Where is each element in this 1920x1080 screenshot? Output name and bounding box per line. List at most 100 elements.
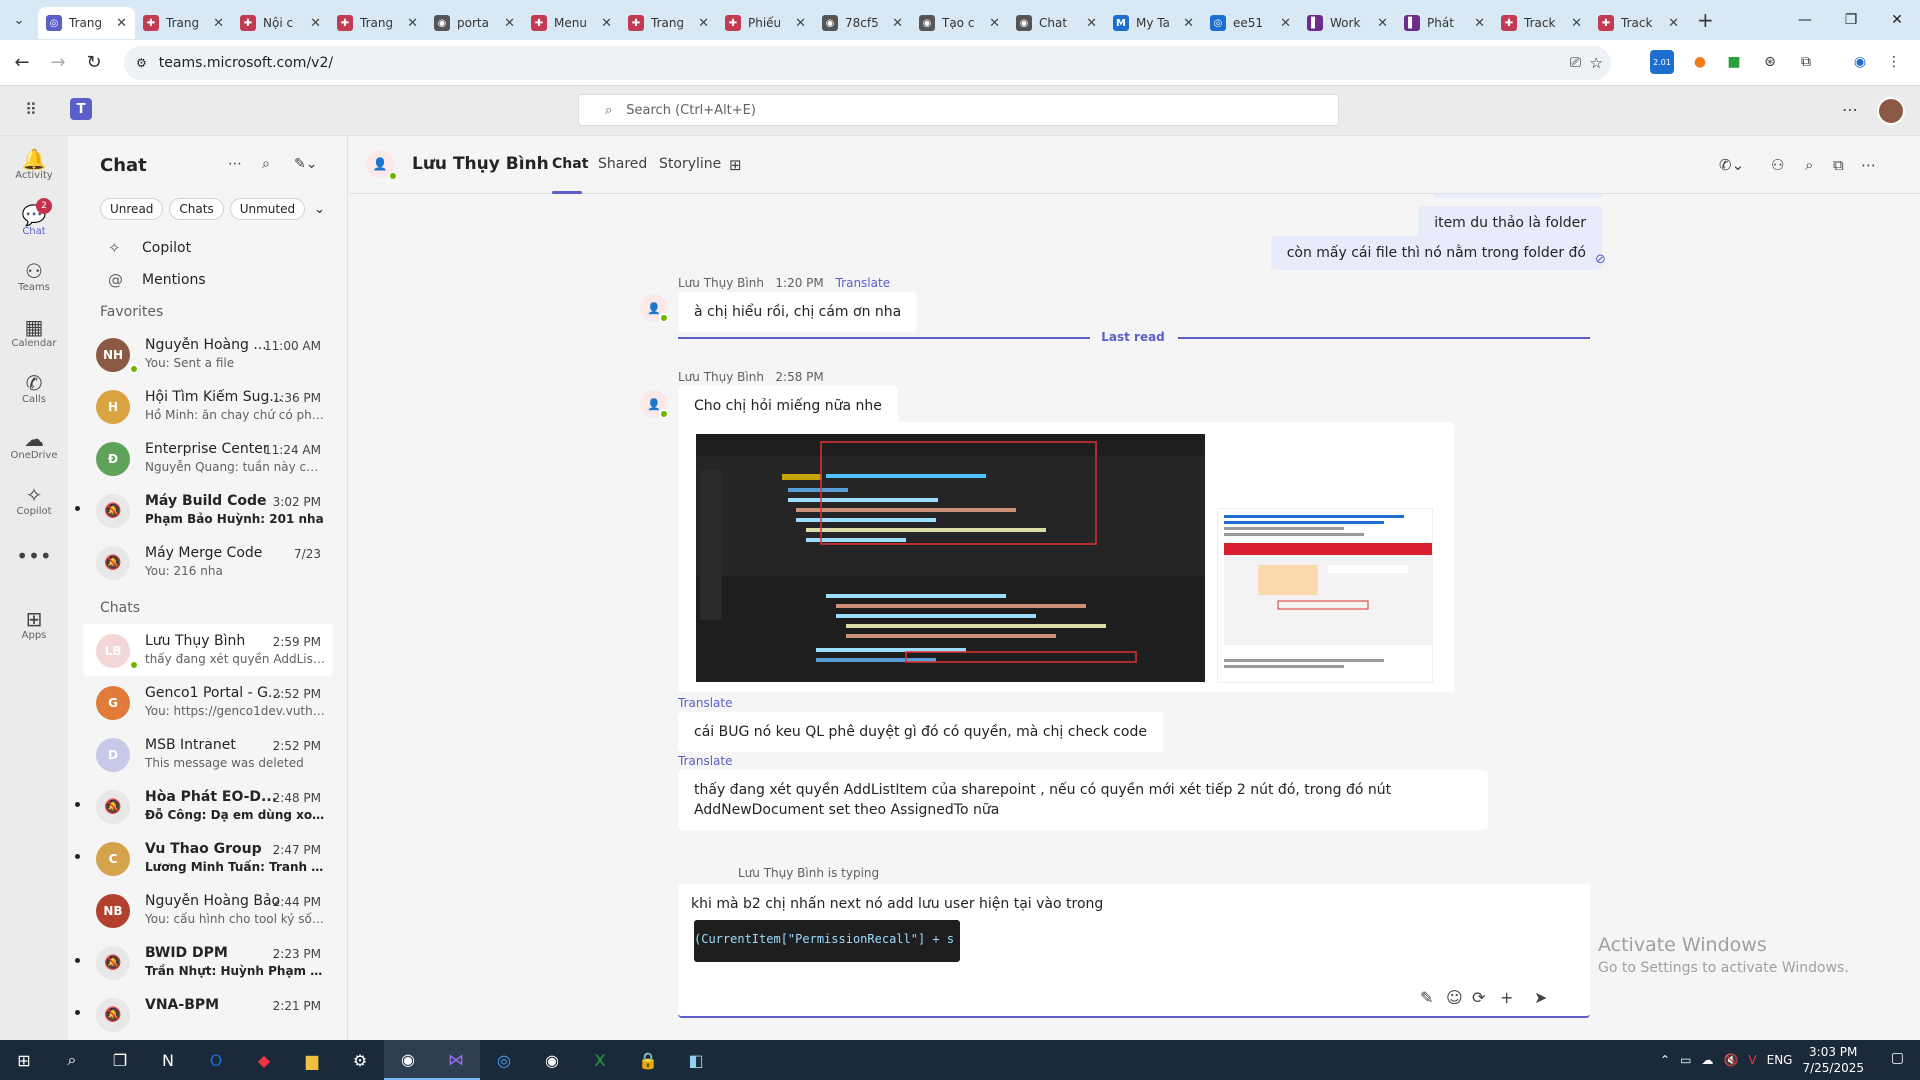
url-field[interactable]: ⚙ teams.microsoft.com/v2/ ⎚ ☆ bbox=[124, 46, 1611, 80]
tab-close-icon[interactable]: ✕ bbox=[1668, 16, 1679, 31]
pasted-code-image[interactable]: (CurrentItem["PermissionRecall"] + s bbox=[694, 920, 960, 962]
language-indicator[interactable]: ENG bbox=[1767, 1053, 1793, 1067]
outlook-icon[interactable]: O bbox=[192, 1040, 240, 1080]
emoji-icon[interactable]: ☺ bbox=[1446, 988, 1463, 1007]
browser-tab[interactable]: ✚ Track ✕ bbox=[1590, 7, 1687, 39]
tab-storyline[interactable]: Storyline bbox=[659, 156, 721, 172]
minimize-icon[interactable]: — bbox=[1782, 0, 1828, 40]
anydesk-icon[interactable]: ◆ bbox=[240, 1040, 288, 1080]
browser-tab[interactable]: ✚ Track ✕ bbox=[1493, 7, 1590, 39]
extensions-puzzle-icon[interactable]: ⧉ bbox=[1794, 50, 1818, 74]
restore-icon[interactable]: ❐ bbox=[1828, 0, 1874, 40]
people-icon[interactable]: ⚇ bbox=[1771, 156, 1784, 174]
install-app-icon[interactable]: ⎚ bbox=[1570, 55, 1581, 71]
chat-list-item[interactable]: 🔕 Máy Build Code 3:02 PM Phạm Bảo Huỳnh: 20… bbox=[75, 484, 333, 536]
notion-icon[interactable]: N bbox=[144, 1040, 192, 1080]
rail-item-onedrive[interactable]: ☁ OneDrive bbox=[0, 416, 68, 472]
browser-tab[interactable]: ✚ Trang ✕ bbox=[620, 7, 717, 39]
my-message[interactable]: item du thảo là folder bbox=[1418, 206, 1602, 240]
loop-icon[interactable]: ⟳ bbox=[1472, 988, 1485, 1007]
message-bubble[interactable]: thấy đang xét quyền AddListItem của shar… bbox=[678, 770, 1488, 830]
browser-tab[interactable]: ✚ Phiếu ✕ bbox=[717, 7, 814, 39]
sql-icon[interactable]: ◧ bbox=[672, 1040, 720, 1080]
browser-tab[interactable]: ◉ Chat ✕ bbox=[1008, 7, 1105, 39]
clock[interactable]: 3:03 PM 7/25/2025 bbox=[1802, 1044, 1864, 1076]
more-options-icon[interactable]: ⋯ bbox=[1842, 100, 1858, 119]
code-screenshot-image[interactable] bbox=[696, 434, 1205, 682]
new-chat-icon[interactable]: ✎⌄ bbox=[294, 156, 317, 172]
browser-tab[interactable]: ◎ Trang ✕ bbox=[38, 7, 135, 39]
chat-app-icon[interactable]: ◎ bbox=[480, 1040, 528, 1080]
tab-chat[interactable]: Chat bbox=[552, 156, 588, 172]
chat-list-item[interactable]: NB Nguyễn Hoàng Bảo 2:44 PM You: cấu hình c… bbox=[83, 884, 333, 936]
send-icon[interactable]: ➤ bbox=[1534, 988, 1547, 1007]
rail-item-more[interactable]: ••• bbox=[0, 528, 68, 584]
call-icon[interactable]: ✆⌄ bbox=[1719, 156, 1744, 174]
rail-item-apps[interactable]: ⊞ Apps bbox=[0, 596, 68, 652]
forward-icon[interactable]: → bbox=[40, 52, 76, 73]
extension-icon[interactable]: ⊛ bbox=[1758, 50, 1782, 74]
tab-close-icon[interactable]: ✕ bbox=[407, 16, 418, 31]
extension-green-icon[interactable]: ■ bbox=[1722, 50, 1746, 74]
browser-tab[interactable]: ◉ porta ✕ bbox=[426, 7, 523, 39]
chat-list-item[interactable]: NH Nguyễn Hoàng ... 11:00 AM You: Sent a fi… bbox=[83, 328, 333, 380]
browser-tab[interactable]: M My Ta ✕ bbox=[1105, 7, 1202, 39]
tab-close-icon[interactable]: ✕ bbox=[1571, 16, 1582, 31]
back-icon[interactable]: ← bbox=[4, 52, 40, 73]
chat-list-item[interactable]: 🔕 Hòa Phát EO-D... 2:48 PM Đỗ Công: Dạ em d… bbox=[75, 780, 333, 832]
tab-close-icon[interactable]: ✕ bbox=[213, 16, 224, 31]
tab-close-icon[interactable]: ✕ bbox=[1377, 16, 1388, 31]
contact-name[interactable]: Lưu Thụy Bình bbox=[412, 154, 549, 174]
extension-badge-icon[interactable]: 2.01 bbox=[1650, 50, 1674, 74]
lock-app-icon[interactable]: 🔒 bbox=[624, 1040, 672, 1080]
browser-menu-icon[interactable]: ⋮ bbox=[1882, 50, 1906, 74]
tray-chevron-icon[interactable]: ⌃ bbox=[1660, 1053, 1670, 1067]
excel-icon[interactable]: X bbox=[576, 1040, 624, 1080]
tab-close-icon[interactable]: ✕ bbox=[1474, 16, 1485, 31]
browser-tab[interactable]: ◉ Tạo c ✕ bbox=[911, 7, 1008, 39]
tab-close-icon[interactable]: ✕ bbox=[116, 16, 127, 31]
search-in-chat-icon[interactable]: ⌕ bbox=[1805, 156, 1813, 174]
chat-list-item[interactable]: 🔕 VNA-BPM 2:21 PM bbox=[75, 988, 333, 1040]
start-icon[interactable]: ⊞ bbox=[0, 1040, 48, 1080]
search-box[interactable]: ⌕ Search (Ctrl+Alt+E) bbox=[578, 94, 1339, 126]
visual-studio-icon[interactable]: ⋈ bbox=[432, 1040, 480, 1080]
chat-list-item[interactable]: LB Lưu Thụy Bình 2:59 PM thấy đang xét quyề… bbox=[83, 624, 333, 676]
filter-chip-unread[interactable]: Unread bbox=[100, 198, 164, 220]
tab-close-icon[interactable]: ✕ bbox=[892, 16, 903, 31]
rail-item-calendar[interactable]: ▦ Calendar bbox=[0, 304, 68, 360]
more-header-icon[interactable]: ⋯ bbox=[1861, 156, 1876, 174]
rail-item-calls[interactable]: ✆ Calls bbox=[0, 360, 68, 416]
chrome-icon[interactable]: ◉ bbox=[384, 1040, 432, 1080]
browser-tab[interactable]: ◉ 78cf5 ✕ bbox=[814, 7, 911, 39]
browser-tab[interactable]: ✚ Trang ✕ bbox=[329, 7, 426, 39]
browser-tab[interactable]: ✚ Nội c ✕ bbox=[232, 7, 329, 39]
tab-close-icon[interactable]: ✕ bbox=[795, 16, 806, 31]
profile-icon[interactable]: ◉ bbox=[1848, 50, 1872, 74]
site-info-icon[interactable]: ⚙ bbox=[136, 56, 147, 70]
translate-link[interactable]: Translate bbox=[678, 696, 733, 710]
browser-tab[interactable]: ◎ ee51 ✕ bbox=[1202, 7, 1299, 39]
tab-close-icon[interactable]: ✕ bbox=[504, 16, 515, 31]
message-bubble[interactable]: cái BUG nó keu QL phê duyệt gì đó có quy… bbox=[678, 712, 1163, 752]
new-tab-button[interactable]: + bbox=[1697, 8, 1714, 32]
tab-close-icon[interactable]: ✕ bbox=[698, 16, 709, 31]
rail-item-activity[interactable]: 🔔 Activity bbox=[0, 136, 68, 192]
reload-icon[interactable]: ↻ bbox=[76, 52, 112, 73]
popout-icon[interactable]: ⧉ bbox=[1833, 156, 1844, 174]
browser-tab[interactable]: ▌ Phát ✕ bbox=[1396, 7, 1493, 39]
rail-item-copilot[interactable]: ✧ Copilot bbox=[0, 472, 68, 528]
tab-close-icon[interactable]: ✕ bbox=[1086, 16, 1097, 31]
app-launcher-icon[interactable]: ⠿ bbox=[25, 100, 37, 119]
volume-icon[interactable]: 🔇 bbox=[1723, 1053, 1738, 1067]
more-icon[interactable]: ⋯ bbox=[228, 156, 242, 172]
quick-link-copilot[interactable]: ✧ Copilot bbox=[68, 232, 347, 264]
app-icon[interactable]: ⚙ bbox=[336, 1040, 384, 1080]
user-avatar[interactable] bbox=[1877, 97, 1905, 125]
translate-link[interactable]: Translate bbox=[836, 276, 891, 290]
onedrive-tray-icon[interactable]: ☁ bbox=[1701, 1053, 1713, 1067]
browser-tab[interactable]: ▌ Work ✕ bbox=[1299, 7, 1396, 39]
composer-text[interactable]: khi mà b2 chị nhấn next nó add lưu user … bbox=[691, 896, 1103, 912]
attach-plus-icon[interactable]: + bbox=[1500, 988, 1513, 1007]
task-view-icon[interactable]: ❐ bbox=[96, 1040, 144, 1080]
